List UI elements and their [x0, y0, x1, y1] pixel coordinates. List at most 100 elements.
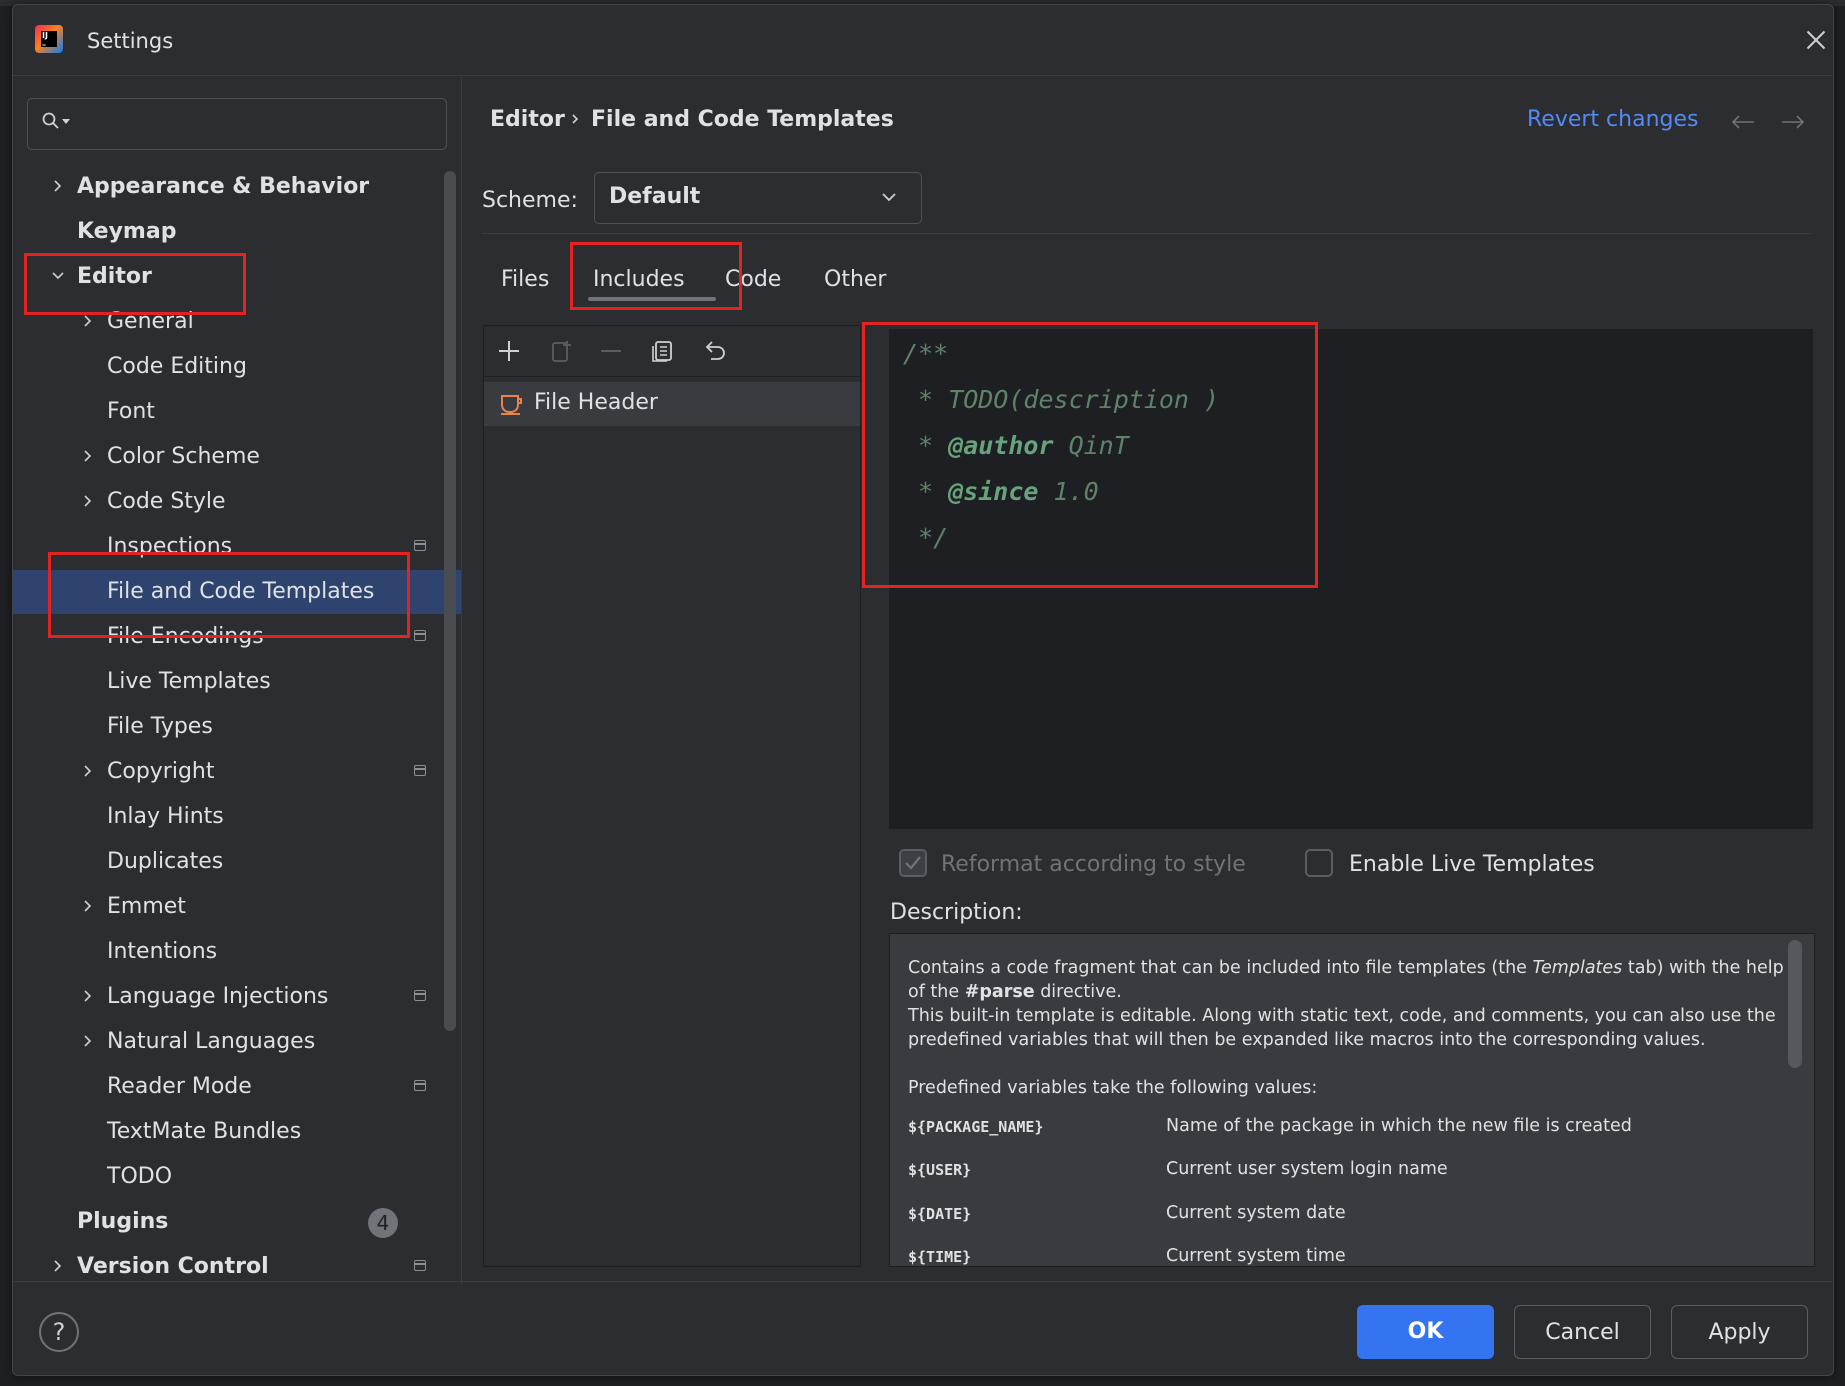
sidebar-item-label: File Encodings	[107, 624, 264, 649]
chevron-right-icon[interactable]	[81, 449, 95, 463]
sidebar-item-label: Copyright	[107, 759, 215, 784]
variable-name: ${USER}	[908, 1161, 972, 1179]
description-panel[interactable]: Contains a code fragment that can be inc…	[889, 933, 1815, 1267]
sidebar-item[interactable]: TODO	[13, 1155, 461, 1199]
scheme-label: Scheme:	[482, 188, 578, 213]
sidebar-item[interactable]: Reader Mode	[13, 1065, 461, 1109]
sidebar-item[interactable]: Copyright	[13, 750, 461, 794]
window-title: Settings	[87, 29, 174, 53]
settings-search-input[interactable]	[27, 98, 447, 150]
sidebar-item[interactable]: File and Code Templates	[13, 570, 461, 614]
reformat-label: Reformat according to style	[941, 852, 1246, 877]
sidebar-item[interactable]: Code Style	[13, 480, 461, 524]
ok-button[interactable]: OK	[1357, 1305, 1494, 1359]
updates-badge: 4	[368, 1208, 398, 1238]
scheme-dropdown[interactable]: Default	[594, 172, 922, 224]
sidebar-item[interactable]: Code Editing	[13, 345, 461, 389]
tab-includes[interactable]: Includes	[593, 267, 685, 292]
sidebar-item-label: Editor	[77, 264, 152, 289]
tab-other[interactable]: Other	[824, 267, 886, 292]
copy-icon[interactable]	[650, 338, 676, 364]
variable-name: ${TIME}	[908, 1248, 972, 1266]
tab-files[interactable]: Files	[501, 267, 549, 292]
java-file-icon	[501, 395, 522, 415]
sidebar-item[interactable]: Keymap	[13, 210, 461, 254]
sidebar-item[interactable]: Inspections	[13, 525, 461, 569]
project-scope-icon	[414, 1260, 426, 1271]
chevron-right-icon[interactable]	[51, 179, 65, 193]
remove-icon[interactable]	[598, 338, 624, 364]
chevron-right-icon[interactable]	[81, 1034, 95, 1048]
sidebar-item[interactable]: File Types	[13, 705, 461, 749]
project-scope-icon	[414, 990, 426, 1001]
sidebar-item-label: Color Scheme	[107, 444, 260, 469]
close-icon[interactable]	[1803, 27, 1829, 53]
chevron-right-icon[interactable]	[81, 494, 95, 508]
reset-icon[interactable]	[702, 338, 728, 364]
description-scrollbar[interactable]	[1788, 940, 1802, 1068]
sidebar-item[interactable]: Version Control	[13, 1245, 461, 1289]
chevron-down-icon	[882, 193, 896, 202]
enable-live-templates-checkbox[interactable]	[1305, 849, 1333, 877]
breadcrumb-chevron-icon	[572, 114, 579, 124]
sidebar-item[interactable]: Live Templates	[13, 660, 461, 704]
chevron-right-icon[interactable]	[81, 764, 95, 778]
sidebar-item-label: TextMate Bundles	[107, 1119, 302, 1144]
variable-value: Name of the package in which the new fil…	[1166, 1116, 1632, 1136]
revert-changes-link[interactable]: Revert changes	[1527, 107, 1698, 132]
add-icon[interactable]	[496, 338, 522, 364]
sidebar-item[interactable]: Editor	[13, 255, 461, 299]
help-button[interactable]: ?	[39, 1312, 79, 1352]
sidebar-item-label: Appearance & Behavior	[77, 174, 370, 199]
search-options-chevron-icon[interactable]	[62, 119, 70, 125]
breadcrumb-parent[interactable]: Editor	[490, 107, 565, 132]
sidebar-item[interactable]: File Encodings	[13, 615, 461, 659]
apply-button[interactable]: Apply	[1671, 1305, 1808, 1359]
sidebar-item-label: File Types	[107, 714, 213, 739]
scheme-value: Default	[609, 184, 701, 209]
variable-name: ${DATE}	[908, 1205, 972, 1223]
sidebar-item-label: Code Style	[107, 489, 226, 514]
forward-arrow-icon[interactable]	[1781, 115, 1805, 129]
project-scope-icon	[414, 1080, 426, 1091]
code-line: * TODO(description )	[903, 385, 1220, 414]
template-toolbar	[484, 326, 860, 377]
tree-scrollbar[interactable]	[444, 171, 456, 1031]
chevron-right-icon[interactable]	[81, 989, 95, 1003]
enable-live-templates-label: Enable Live Templates	[1349, 852, 1595, 877]
code-line: * @since 1.0	[903, 477, 1099, 506]
chevron-down-icon[interactable]	[51, 269, 65, 283]
sidebar-item[interactable]: Intentions	[13, 930, 461, 974]
sidebar-item[interactable]: Inlay Hints	[13, 795, 461, 839]
intellij-logo-icon: IJ –	[35, 25, 63, 53]
sidebar-item[interactable]: Language Injections	[13, 975, 461, 1019]
variable-value: Current user system login name	[1166, 1159, 1448, 1179]
check-icon	[905, 856, 921, 870]
sidebar-item[interactable]: General	[13, 300, 461, 344]
sidebar-item[interactable]: Emmet	[13, 885, 461, 929]
variable-value: Current system time	[1166, 1246, 1346, 1266]
tab-code[interactable]: Code	[725, 267, 781, 292]
breadcrumb-current: File and Code Templates	[591, 107, 894, 132]
sidebar-item[interactable]: Natural Languages	[13, 1020, 461, 1064]
sidebar-item[interactable]: TextMate Bundles	[13, 1110, 461, 1154]
reformat-checkbox[interactable]	[899, 849, 927, 877]
description-paragraph-3: Predefined variables take the following …	[908, 1078, 1318, 1098]
chevron-right-icon[interactable]	[81, 899, 95, 913]
add-child-icon[interactable]	[548, 338, 574, 364]
sidebar-item[interactable]: Color Scheme	[13, 435, 461, 479]
settings-dialog: IJ – Settings Appearance & Behavior Keymap…	[12, 4, 1834, 1376]
sidebar-item[interactable]: Appearance & Behavior	[13, 165, 461, 209]
template-editor[interactable]: /** * TODO(description ) * @author QinT …	[889, 329, 1813, 829]
sidebar-item[interactable]: Plugins 4	[13, 1200, 461, 1244]
sidebar-item-label: Emmet	[107, 894, 186, 919]
list-item-file-header[interactable]: File Header	[484, 382, 860, 426]
sidebar-item[interactable]: Font	[13, 390, 461, 434]
sidebar-item[interactable]: Duplicates	[13, 840, 461, 884]
project-scope-icon	[414, 540, 426, 551]
sidebar-item-label: Duplicates	[107, 849, 224, 874]
chevron-right-icon[interactable]	[81, 314, 95, 328]
cancel-button[interactable]: Cancel	[1514, 1305, 1651, 1359]
chevron-right-icon[interactable]	[51, 1259, 65, 1273]
back-arrow-icon[interactable]	[1731, 115, 1755, 129]
